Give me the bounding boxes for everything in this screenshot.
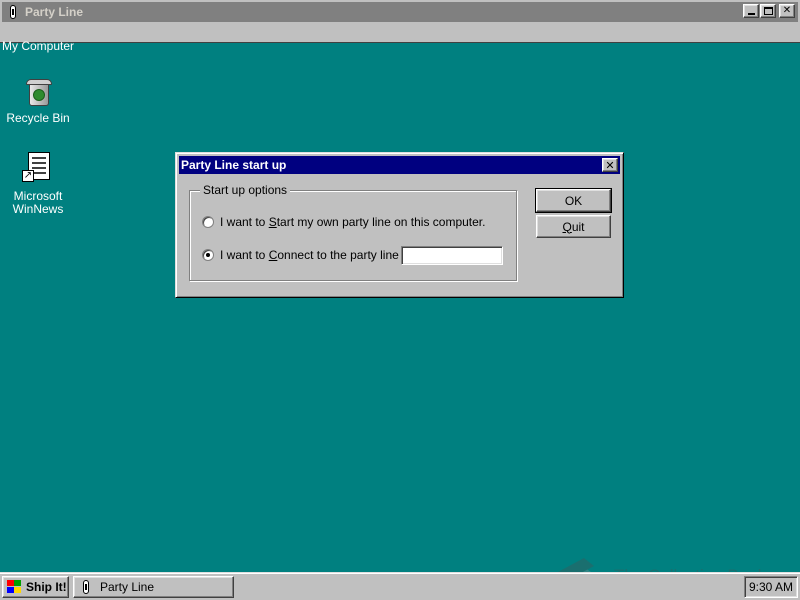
- startup-options-group: Start up options I want to Start my own …: [189, 183, 517, 281]
- phone-icon: [78, 579, 94, 595]
- minimize-button[interactable]: [743, 4, 759, 18]
- document-shortcut-icon: ↗: [22, 152, 54, 184]
- maximize-button[interactable]: [760, 4, 776, 18]
- winnews-label: Microsoft WinNews: [12, 189, 64, 216]
- minimize-icon: [747, 13, 755, 15]
- quit-button[interactable]: Quit: [536, 215, 611, 238]
- start-own-option[interactable]: I want to Start my own party line on thi…: [202, 215, 485, 229]
- group-label: Start up options: [200, 183, 291, 197]
- maximize-icon: [763, 7, 773, 15]
- app-title: Party Line: [25, 5, 84, 19]
- start-label: Ship It!: [26, 580, 67, 594]
- connect-option[interactable]: I want to Connect to the party line on: [202, 248, 415, 262]
- close-icon: ✕: [782, 5, 792, 16]
- app-titlebar[interactable]: Party Line ✕: [2, 2, 798, 22]
- dialog-title: Party Line start up: [181, 158, 287, 172]
- system-tray: 9:30 AM: [744, 576, 798, 598]
- taskbar-item-party-line[interactable]: Party Line: [73, 576, 234, 598]
- startup-dialog: Party Line start up ✕ Start up options I…: [175, 152, 624, 298]
- quit-label: Quit: [562, 219, 585, 234]
- start-button[interactable]: Ship It!: [2, 576, 69, 598]
- close-button[interactable]: ✕: [779, 4, 795, 18]
- taskbar-item-label: Party Line: [100, 580, 155, 594]
- app-window: Party Line ✕: [0, 0, 800, 43]
- phone-icon[interactable]: [5, 4, 21, 20]
- connect-label: I want to Connect to the party line on: [220, 248, 416, 262]
- my-computer-label[interactable]: My Computer: [0, 39, 76, 53]
- host-input[interactable]: [401, 246, 503, 265]
- close-icon: ✕: [605, 158, 615, 172]
- start-own-label: I want to Start my own party line on thi…: [220, 215, 486, 229]
- connect-radio[interactable]: [202, 249, 214, 261]
- taskbar: Ship It! Party Line 9:30 AM: [0, 572, 800, 600]
- dialog-close-button[interactable]: ✕: [602, 158, 618, 172]
- ok-button[interactable]: OK: [535, 188, 612, 213]
- ok-label: OK: [564, 193, 583, 208]
- clock[interactable]: 9:30 AM: [749, 580, 793, 594]
- dialog-titlebar[interactable]: Party Line start up ✕: [179, 156, 620, 174]
- recycle-bin-label: Recycle Bin: [6, 111, 70, 125]
- caption-buttons: ✕: [742, 4, 795, 18]
- windows-flag-icon: [6, 580, 22, 594]
- recycle-bin-icon: [22, 76, 54, 108]
- start-own-radio[interactable]: [202, 216, 214, 228]
- recycle-bin[interactable]: Recycle Bin: [0, 76, 76, 125]
- winnews-shortcut[interactable]: ↗ Microsoft WinNews: [0, 152, 76, 216]
